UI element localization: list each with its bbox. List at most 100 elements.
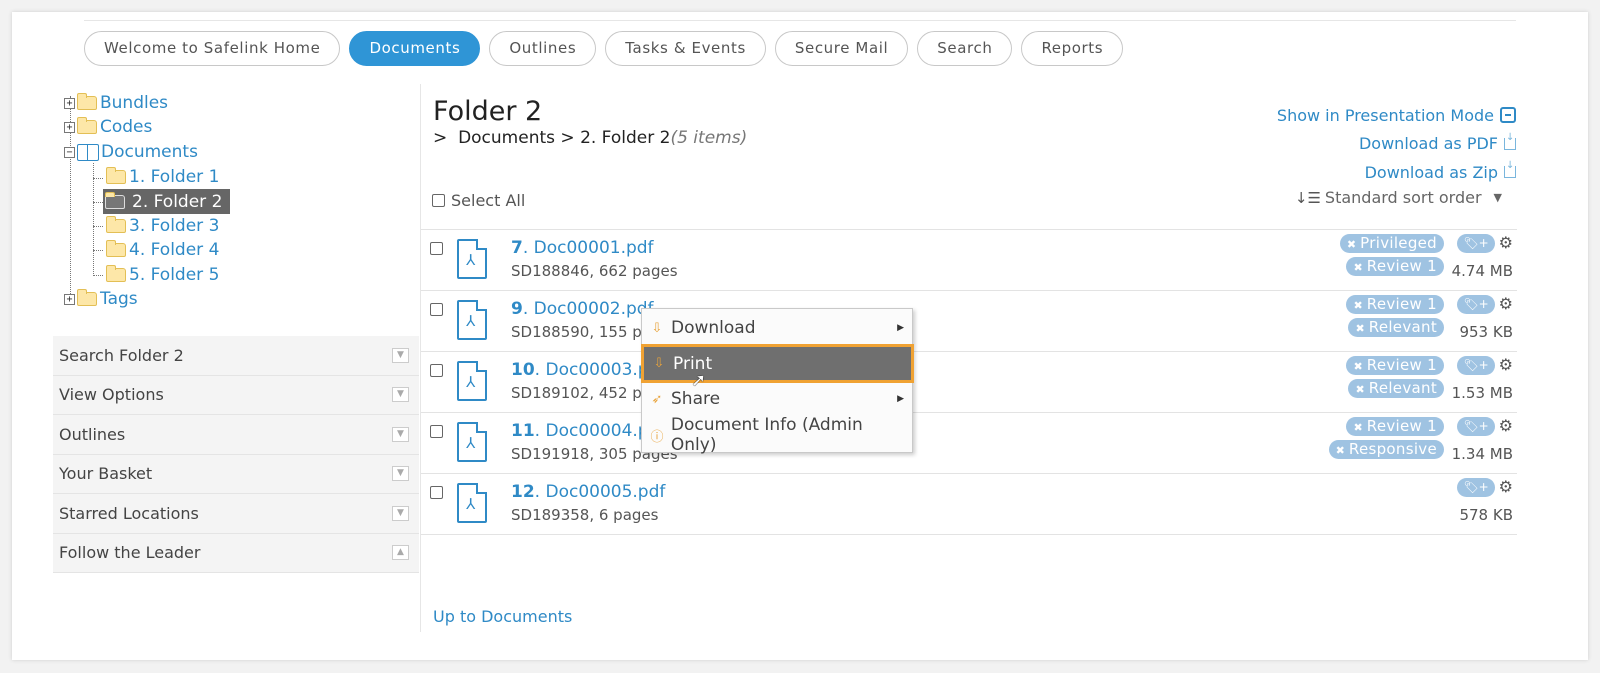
- breadcrumb-root[interactable]: >: [433, 128, 447, 148]
- tree-label: Tags: [100, 289, 138, 309]
- tree-label: 3. Folder 3: [129, 216, 220, 236]
- gear-icon[interactable]: ⚙: [1499, 477, 1513, 496]
- panel-label: Search Folder 2: [59, 345, 184, 365]
- tree-node-tags[interactable]: + Tags: [64, 288, 138, 310]
- pdf-icon: [457, 239, 487, 279]
- gear-icon[interactable]: ⚙: [1499, 294, 1513, 313]
- folder-icon: [106, 167, 126, 184]
- tree-node-bundles[interactable]: + Bundles: [64, 92, 168, 114]
- panel-label: Follow the Leader: [59, 543, 201, 563]
- add-tag-icon[interactable]: 🏷+: [1457, 356, 1495, 375]
- panel-your-basket[interactable]: Your Basket ▼: [53, 454, 419, 494]
- show-presentation-link[interactable]: Show in Presentation Mode: [1277, 101, 1516, 130]
- menu-item-download[interactable]: ⇩ Download ▶: [642, 310, 912, 346]
- tag-badge[interactable]: Relevant: [1348, 379, 1444, 398]
- tag-badges: Review 1 Relevant: [1346, 356, 1444, 398]
- sidebar-panels: Search Folder 2 ▼ View Options ▼ Outlines ▼…: [53, 336, 419, 573]
- add-tag-icon[interactable]: 🏷+: [1457, 234, 1495, 253]
- tree-label: Codes: [100, 117, 153, 137]
- panel-view-options[interactable]: View Options ▼: [53, 375, 419, 415]
- add-tag-icon[interactable]: 🏷+: [1457, 295, 1495, 314]
- gear-icon[interactable]: ⚙: [1499, 233, 1513, 252]
- row-checkbox[interactable]: [430, 486, 443, 499]
- chevron-down-icon[interactable]: ▼: [392, 505, 409, 521]
- folder-icon: [77, 117, 97, 134]
- chevron-down-icon[interactable]: ▼: [392, 347, 409, 363]
- tree-label: 5. Folder 5: [129, 265, 220, 285]
- tab-tasks-events[interactable]: Tasks & Events: [605, 31, 766, 66]
- expand-icon[interactable]: +: [64, 97, 75, 109]
- document-row[interactable]: 9. Doc00002.pdf SD188590, 155 pages Revi…: [421, 291, 1517, 352]
- select-all[interactable]: Select All: [432, 191, 525, 210]
- menu-item-document-info[interactable]: ⓘ Document Info (Admin Only): [642, 415, 912, 455]
- menu-item-share[interactable]: ➶ Share ▶: [642, 381, 912, 417]
- tab-home[interactable]: Welcome to Safelink Home: [84, 31, 341, 66]
- panel-search-folder[interactable]: Search Folder 2 ▼: [53, 336, 419, 376]
- row-checkbox[interactable]: [430, 425, 443, 438]
- tag-badge[interactable]: Privileged: [1339, 234, 1444, 253]
- collapse-icon[interactable]: −: [64, 146, 75, 158]
- tag-badges: Privileged Review 1: [1339, 234, 1444, 276]
- tree-node-folder-3[interactable]: 3. Folder 3: [106, 215, 219, 237]
- document-link[interactable]: 12. Doc00005.pdf: [511, 482, 665, 502]
- sort-dropdown[interactable]: ↓☰ Standard sort order ▼: [1295, 188, 1502, 207]
- chevron-down-icon[interactable]: ▼: [392, 387, 409, 403]
- tree-node-folder-1[interactable]: 1. Folder 1: [106, 166, 219, 188]
- tab-outlines[interactable]: Outlines: [489, 31, 597, 66]
- tag-badge[interactable]: Review 1: [1346, 417, 1444, 436]
- tag-badge[interactable]: Review 1: [1346, 356, 1444, 375]
- download-icon: [1504, 160, 1516, 179]
- document-link[interactable]: 9. Doc00002.pdf: [511, 299, 654, 319]
- file-size: 953 KB: [1459, 323, 1513, 341]
- submenu-arrow-icon: ▶: [897, 394, 904, 404]
- download-zip-link[interactable]: Download as Zip: [1277, 158, 1516, 187]
- tab-search[interactable]: Search: [917, 31, 1013, 66]
- pdf-icon: [457, 361, 487, 401]
- row-checkbox[interactable]: [430, 303, 443, 316]
- panel-outlines[interactable]: Outlines ▼: [53, 415, 419, 455]
- expand-icon[interactable]: +: [64, 121, 75, 133]
- add-tag-icon[interactable]: 🏷+: [1457, 478, 1495, 497]
- up-to-documents-link[interactable]: Up to Documents: [433, 607, 572, 626]
- tree-node-codes[interactable]: + Codes: [64, 116, 152, 138]
- gear-icon[interactable]: ⚙: [1499, 355, 1513, 374]
- sort-icon: ↓☰: [1294, 188, 1321, 207]
- chevron-up-icon[interactable]: ▲: [392, 545, 409, 561]
- panel-starred-locations[interactable]: Starred Locations ▼: [53, 494, 419, 534]
- tag-badge[interactable]: Responsive: [1328, 440, 1444, 459]
- tab-documents[interactable]: Documents: [349, 31, 481, 66]
- menu-item-print[interactable]: ⇩ Print: [641, 344, 914, 383]
- link-label: Download as PDF: [1358, 134, 1498, 154]
- tab-reports[interactable]: Reports: [1021, 31, 1124, 66]
- tag-badge[interactable]: Relevant: [1348, 318, 1444, 337]
- row-checkbox[interactable]: [430, 364, 443, 377]
- link-label: Show in Presentation Mode: [1276, 105, 1494, 125]
- document-row[interactable]: 11. Doc00004.pdf SD191918, 305 pages Rev…: [421, 413, 1517, 474]
- tag-badges: Review 1 Responsive: [1328, 417, 1444, 459]
- chevron-down-icon[interactable]: ▼: [392, 426, 409, 442]
- tree-node-documents[interactable]: − Documents: [64, 141, 198, 163]
- tree-node-folder-4[interactable]: 4. Folder 4: [106, 239, 219, 261]
- pdf-icon: [457, 422, 487, 462]
- tag-badge[interactable]: Review 1: [1346, 295, 1444, 314]
- document-row[interactable]: 12. Doc00005.pdf SD189358, 6 pages 🏷+ ⚙ …: [421, 474, 1517, 535]
- document-meta: SD188846, 662 pages: [511, 262, 678, 280]
- document-row[interactable]: 10. Doc00003.pdf SD189102, 452 pages Rev…: [421, 352, 1517, 413]
- tree-node-folder-2[interactable]: 2. Folder 2: [103, 189, 231, 214]
- download-pdf-link[interactable]: Download as PDF: [1277, 130, 1516, 159]
- breadcrumb-documents[interactable]: Documents: [458, 128, 555, 148]
- chevron-down-icon[interactable]: ▼: [392, 466, 409, 482]
- add-tag-icon[interactable]: 🏷+: [1457, 417, 1495, 436]
- tree-guide-line: [93, 226, 103, 227]
- tag-badge[interactable]: Review 1: [1346, 257, 1444, 276]
- document-link[interactable]: 7. Doc00001.pdf: [511, 238, 654, 258]
- tree-label: Bundles: [100, 93, 169, 113]
- select-all-checkbox[interactable]: [432, 194, 445, 207]
- tree-node-folder-5[interactable]: 5. Folder 5: [106, 264, 219, 286]
- expand-icon[interactable]: +: [64, 293, 75, 305]
- panel-follow-the-leader[interactable]: Follow the Leader ▲: [53, 533, 419, 573]
- document-row[interactable]: 7. Doc00001.pdf SD188846, 662 pages Priv…: [421, 230, 1517, 291]
- row-checkbox[interactable]: [430, 242, 443, 255]
- gear-icon[interactable]: ⚙: [1499, 416, 1513, 435]
- tab-secure-mail[interactable]: Secure Mail: [774, 31, 909, 66]
